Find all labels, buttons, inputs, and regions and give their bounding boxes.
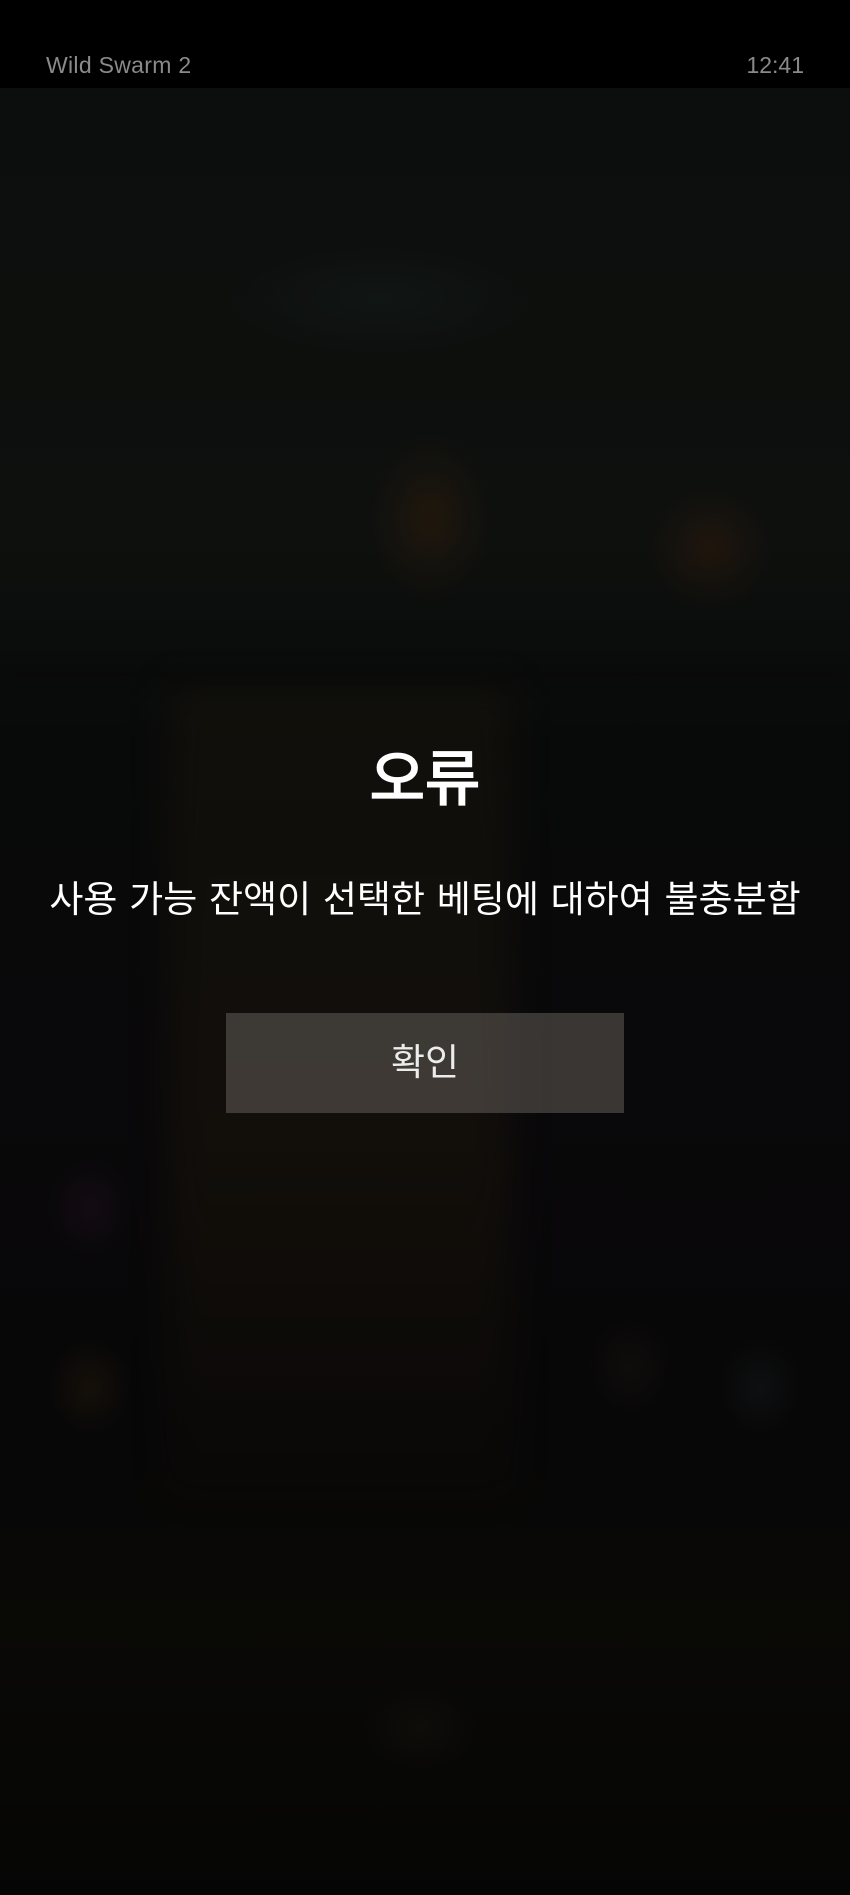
clock-time: 12:41 <box>746 52 804 78</box>
app-title: Wild Swarm 2 <box>46 52 192 78</box>
dialog-message: 사용 가능 잔액이 선택한 베팅에 대하여 불충분함 <box>49 878 801 921</box>
confirm-button[interactable]: 확인 <box>226 1013 624 1113</box>
error-dialog: 오류 사용 가능 잔액이 선택한 베팅에 대하여 불충분함 확인 <box>0 740 850 1113</box>
status-bar: Wild Swarm 2 12:41 <box>0 0 850 88</box>
dialog-title: 오류 <box>369 745 481 815</box>
game-screen: Wild Swarm 2 12:41 오류 사용 가능 잔액이 선택한 베팅에 … <box>0 0 850 1895</box>
